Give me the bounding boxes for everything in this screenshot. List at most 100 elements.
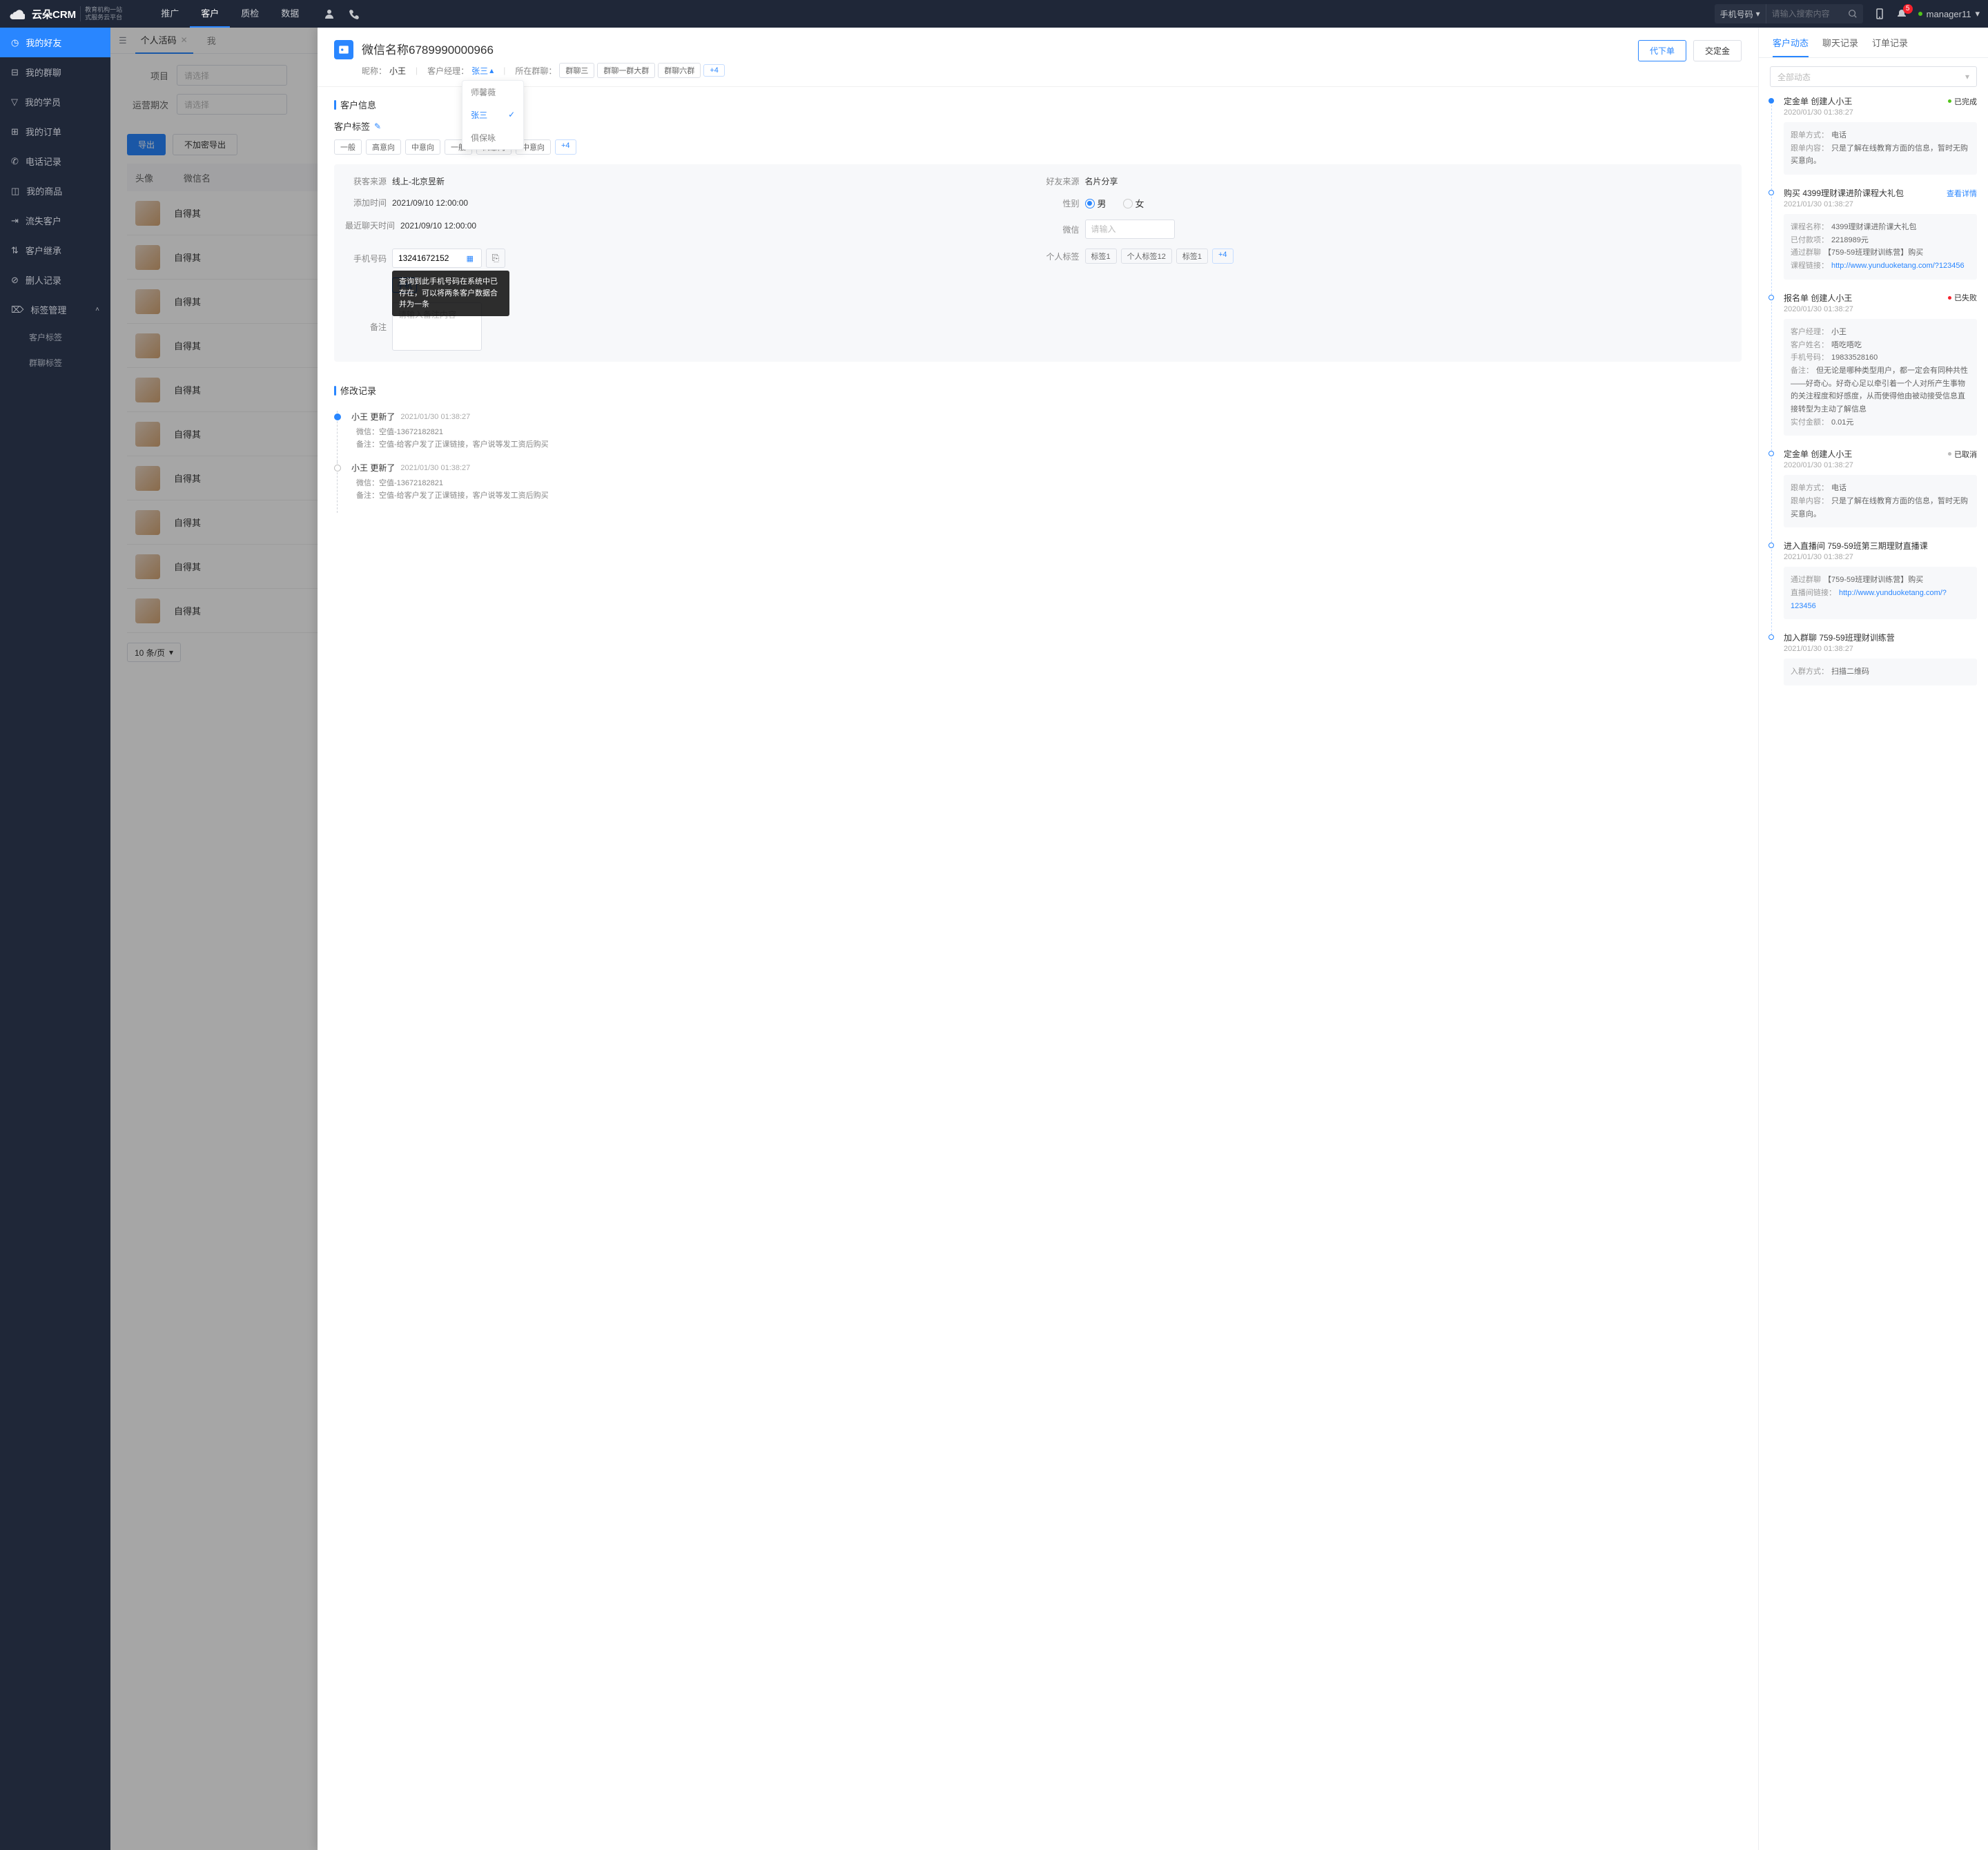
tab-activity[interactable]: 客户动态 — [1773, 36, 1809, 57]
search-type-select[interactable]: 手机号码 ▾ — [1715, 4, 1766, 23]
sidebar-item-tags[interactable]: ⌦标签管理˄ — [0, 295, 110, 324]
dropdown-option[interactable]: 俱保咏 — [462, 126, 523, 149]
personal-tag-more[interactable]: +4 — [1212, 249, 1234, 264]
timeline-dot — [1768, 190, 1774, 195]
customer-app-icon — [334, 40, 353, 59]
manager-select[interactable]: 张三 ▴ — [471, 65, 494, 77]
customer-drawer: 微信名称6789990000966 昵称：小王 | 客户经理： 张三 ▴ 师馨薇 — [318, 28, 1988, 1850]
filter-icon: ▽ — [11, 97, 18, 108]
topbar: 云朵CRM 教育机构一站式服务云平台 推广 客户 质检 数据 手机号码 ▾ 5 … — [0, 0, 1988, 28]
sidebar-item-products[interactable]: ◫我的商品 — [0, 176, 110, 206]
sidebar-item-lost[interactable]: ⇥流失客户 — [0, 206, 110, 235]
search-input[interactable] — [1766, 9, 1842, 19]
search-icon[interactable] — [1842, 9, 1863, 19]
manager-dropdown: 师馨薇 张三✓ 俱保咏 — [462, 80, 524, 150]
clock-icon: ◷ — [11, 37, 19, 48]
timeline-dot — [1768, 634, 1774, 640]
group-chip[interactable]: 群聊一群大群 — [597, 63, 655, 78]
mobile-icon[interactable] — [1874, 8, 1885, 19]
sidebar-item-inherit[interactable]: ⇅客户继承 — [0, 235, 110, 265]
username: manager11 — [1927, 9, 1971, 19]
activity-item: 购买 4399理财课进阶课程大礼包查看详情2021/01/30 01:38:27… — [1771, 187, 1977, 292]
tag-more[interactable]: +4 — [555, 139, 576, 155]
sidebar-sub-customer-tags[interactable]: 客户标签 — [0, 324, 110, 350]
customer-tag[interactable]: 高意向 — [366, 139, 401, 155]
dropdown-option[interactable]: 师馨薇 — [462, 81, 523, 104]
nav-tab-data[interactable]: 数据 — [270, 0, 310, 28]
logo: 云朵CRM 教育机构一站式服务云平台 — [8, 4, 122, 23]
bell-icon[interactable]: 5 — [1896, 8, 1907, 19]
timeline-dot — [1768, 98, 1774, 104]
tags-label: 客户标签 — [334, 119, 370, 133]
radio-female[interactable]: 女 — [1123, 197, 1144, 210]
group-more-chip[interactable]: +4 — [703, 64, 725, 77]
tag-icon: ⌦ — [11, 304, 23, 315]
sidebar-sub-group-tags[interactable]: 群聊标签 — [0, 350, 110, 376]
activity-item: 报名单 创建人小王已失败2020/01/30 01:38:27客户经理：小王客户… — [1771, 292, 1977, 449]
personal-tag[interactable]: 标签1 — [1176, 249, 1208, 264]
deposit-button[interactable]: 交定金 — [1693, 40, 1742, 61]
sidebar-item-students[interactable]: ▽我的学员 — [0, 87, 110, 117]
nav-tab-promo[interactable]: 推广 — [150, 0, 190, 28]
activity-item: 进入直播间 759-59班第三期理财直播课2021/01/30 01:38:27… — [1771, 540, 1977, 632]
sidebar: ◷我的好友 ⊟我的群聊 ▽我的学员 ⊞我的订单 ✆电话记录 ◫我的商品 ⇥流失客… — [0, 28, 110, 1850]
edit-icon[interactable]: ✎ — [374, 121, 381, 131]
status-dot — [1918, 12, 1922, 16]
sidebar-item-calls[interactable]: ✆电话记录 — [0, 146, 110, 176]
check-icon: ✓ — [508, 110, 515, 119]
inherit-icon: ⇅ — [11, 245, 19, 256]
phone-grid-icon[interactable]: ▦ — [467, 254, 474, 263]
nav-tabs: 推广 客户 质检 数据 — [150, 0, 310, 28]
dropdown-option[interactable]: 张三✓ — [462, 104, 523, 126]
activity-filter-select[interactable]: 全部动态▾ — [1770, 66, 1977, 87]
group-chip[interactable]: 群聊六群 — [658, 63, 701, 78]
activity-item: 加入群聊 759-59班理财训练营2021/01/30 01:38:27入群方式… — [1771, 632, 1977, 698]
chevron-down-icon: ▾ — [1756, 9, 1760, 19]
tab-orders[interactable]: 订单记录 — [1872, 36, 1908, 57]
nav-tab-customer[interactable]: 客户 — [190, 0, 230, 28]
customer-title: 微信名称6789990000966 — [362, 40, 1630, 57]
nav-tab-qc[interactable]: 质检 — [230, 0, 270, 28]
proxy-order-button[interactable]: 代下单 — [1638, 40, 1686, 61]
logo-subtitle: 教育机构一站式服务云平台 — [80, 6, 122, 21]
activity-item: 定金单 创建人小王已完成2020/01/30 01:38:27跟单方式：电话跟单… — [1771, 95, 1977, 187]
radio-male[interactable]: 男 — [1085, 197, 1107, 210]
notification-badge: 5 — [1903, 4, 1913, 14]
chevron-down-icon: ▾ — [1965, 72, 1969, 81]
customer-tag[interactable]: 一般 — [334, 139, 362, 155]
activity-item: 定金单 创建人小王已取消2020/01/30 01:38:27跟单方式：电话跟单… — [1771, 448, 1977, 540]
sidebar-item-delete-log[interactable]: ⊘删人记录 — [0, 265, 110, 295]
delete-icon: ⊘ — [11, 275, 19, 286]
box-icon: ◫ — [11, 186, 19, 197]
history-item: 小王 更新了2021/01/30 01:38:27微信：空值-136721828… — [337, 462, 1742, 513]
person-icon[interactable] — [324, 8, 335, 19]
history-item: 小王 更新了2021/01/30 01:38:27微信：空值-136721828… — [337, 411, 1742, 462]
copy-icon[interactable]: ⎘ — [486, 249, 505, 268]
logo-text: 云朵CRM — [32, 7, 76, 21]
cart-icon: ⊞ — [11, 126, 19, 137]
timeline-dot — [1768, 543, 1774, 548]
logo-icon — [8, 4, 28, 23]
personal-tag[interactable]: 标签1 — [1085, 249, 1117, 264]
search-wrap: 手机号码 ▾ — [1715, 4, 1863, 23]
sidebar-item-groups[interactable]: ⊟我的群聊 — [0, 57, 110, 87]
phone-tooltip: 查询到此手机号码在系统中已存在，可以将两条客户数据合并为一条 — [392, 271, 509, 316]
external-link[interactable]: http://www.yunduoketang.com/?123456 — [1831, 262, 1965, 270]
phone-icon[interactable] — [349, 8, 360, 19]
user-menu[interactable]: manager11 ▾ — [1918, 8, 1980, 19]
personal-tag[interactable]: 个人标签12 — [1121, 249, 1172, 264]
section-title-history: 修改记录 — [334, 384, 1742, 397]
customer-tag[interactable]: 中意向 — [405, 139, 440, 155]
phone-icon: ✆ — [11, 156, 19, 167]
chevron-up-icon: ▴ — [489, 66, 494, 75]
sidebar-item-friends[interactable]: ◷我的好友 — [0, 28, 110, 57]
group-chip[interactable]: 群聊三 — [559, 63, 594, 78]
sidebar-item-orders[interactable]: ⊞我的订单 — [0, 117, 110, 146]
chevron-down-icon: ▾ — [1975, 8, 1980, 19]
timeline-dot — [1768, 295, 1774, 300]
timeline-dot — [1768, 451, 1774, 456]
exit-icon: ⇥ — [11, 215, 19, 226]
tab-chat[interactable]: 聊天记录 — [1822, 36, 1858, 57]
wechat-input[interactable] — [1085, 220, 1175, 239]
view-detail-link[interactable]: 查看详情 — [1947, 188, 1977, 199]
